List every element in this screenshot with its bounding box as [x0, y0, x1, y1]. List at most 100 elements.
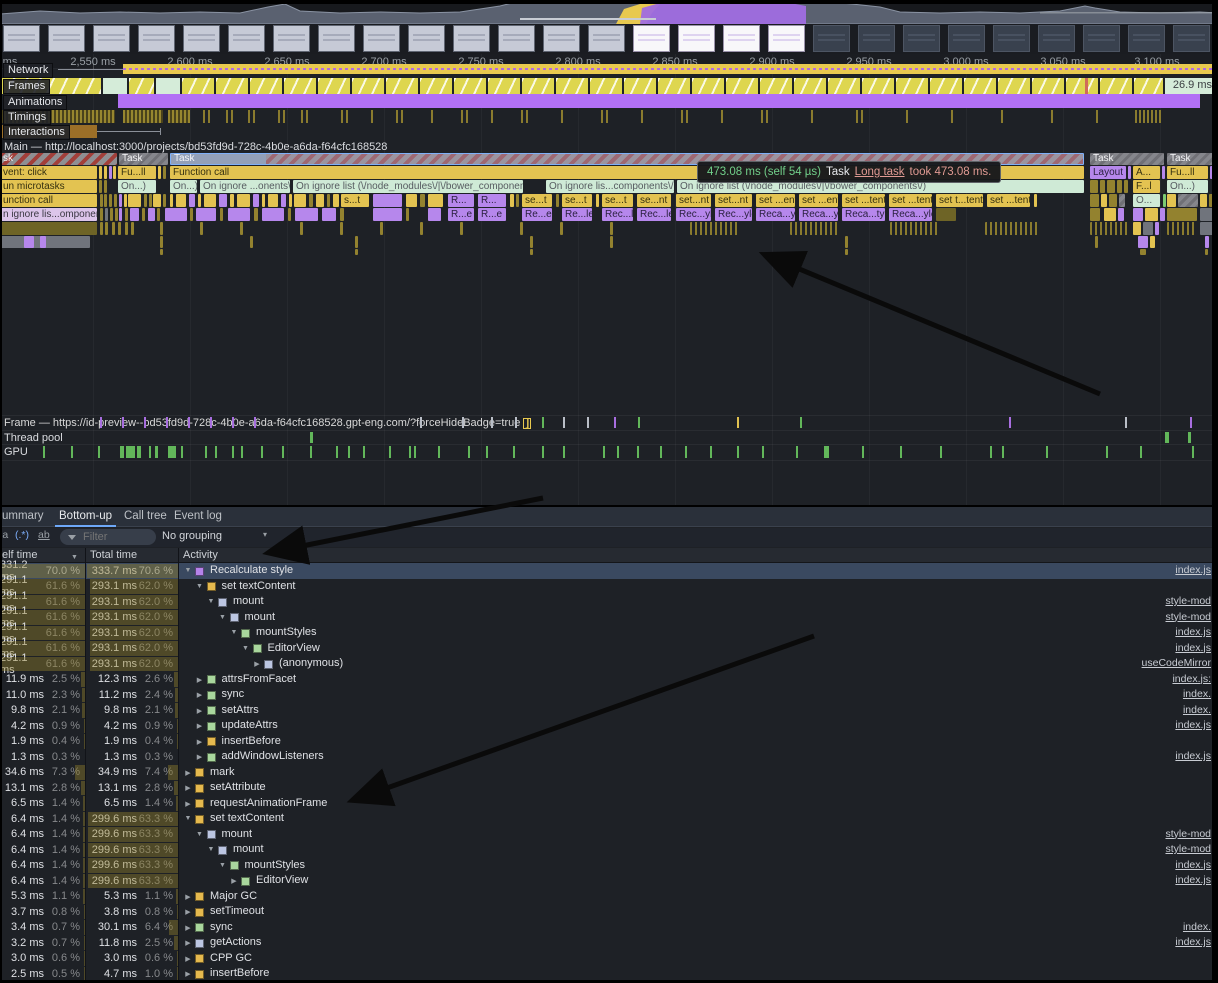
filmstrip-thumbnail[interactable]	[723, 25, 760, 52]
flame-bar[interactable]	[262, 194, 265, 207]
tab-ummary[interactable]: ummary	[0, 507, 48, 527]
column-resizer[interactable]	[85, 548, 86, 983]
flame-bar[interactable]	[219, 194, 227, 207]
flame-bar[interactable]	[294, 194, 306, 207]
filmstrip-thumbnail[interactable]	[408, 25, 445, 52]
flame-bar[interactable]: set t...tent	[936, 194, 983, 207]
expander-closed-icon[interactable]: ▶	[183, 924, 193, 932]
expander-open-icon[interactable]: ▼	[195, 583, 205, 590]
frame-cell[interactable]	[386, 78, 418, 94]
flame-bar[interactable]	[104, 180, 107, 193]
filmstrip-thumbnail[interactable]	[1128, 25, 1165, 52]
flame-bar[interactable]	[119, 194, 122, 207]
flame-bar[interactable]	[1162, 166, 1165, 179]
whole-word-icon[interactable]: ab	[38, 529, 50, 541]
timings-track-label[interactable]: Timings	[3, 110, 51, 125]
column-resizer[interactable]	[178, 548, 179, 983]
frames-track-label[interactable]: Frames	[3, 79, 50, 94]
flame-bar[interactable]	[281, 194, 286, 207]
flame-bar[interactable]: Fu...ll	[118, 166, 156, 179]
expander-closed-icon[interactable]: ▶	[183, 970, 193, 978]
table-row[interactable]: 13.1 ms2.8 %13.1 ms2.8 %▶setAttribute	[0, 780, 1218, 796]
flame-bar[interactable]: s...t	[341, 194, 369, 207]
flame-bar[interactable]	[153, 194, 161, 207]
flame-bar[interactable]	[113, 166, 116, 179]
activity-header[interactable]: Activity	[183, 548, 218, 563]
flame-bar[interactable]	[144, 194, 147, 207]
flame-bar[interactable]	[530, 249, 533, 255]
flame-bar[interactable]	[1167, 222, 1197, 235]
flame-bar[interactable]: On...)	[118, 180, 156, 193]
expander-closed-icon[interactable]: ▶	[195, 738, 205, 746]
table-row[interactable]: 291.1 ms61.6 %293.1 ms62.0 %▶(anonymous)…	[0, 656, 1218, 672]
frame-cell[interactable]	[250, 78, 282, 94]
frame-cell[interactable]	[760, 78, 792, 94]
flame-bar[interactable]	[1163, 194, 1166, 207]
flame-bar[interactable]: set ...tent	[842, 194, 885, 207]
flame-bar[interactable]	[1150, 236, 1155, 248]
source-link[interactable]: index.js	[1175, 749, 1211, 765]
flame-bar[interactable]	[200, 222, 203, 235]
flame-bar[interactable]: Reca...yle	[799, 208, 838, 221]
filmstrip-thumbnail[interactable]	[858, 25, 895, 52]
flame-bar[interactable]: Rec...yle	[715, 208, 752, 221]
flame-bar[interactable]	[309, 194, 313, 207]
flame-bar[interactable]	[1090, 222, 1130, 235]
filmstrip-thumbnail[interactable]	[813, 25, 850, 52]
flame-bar[interactable]	[428, 194, 443, 207]
flame-bar[interactable]	[24, 236, 34, 248]
flame-bar[interactable]	[322, 208, 336, 221]
flame-bar[interactable]	[420, 222, 423, 235]
table-row[interactable]: 291.1 ms61.6 %293.1 ms62.0 %▼mountstyle-…	[0, 610, 1218, 626]
expander-closed-icon[interactable]: ▶	[229, 877, 239, 885]
table-row[interactable]: 1.9 ms0.4 %1.9 ms0.4 %▶insertBefore	[0, 734, 1218, 750]
flame-bar[interactable]: sk	[0, 153, 117, 165]
frame-cell[interactable]	[488, 78, 520, 94]
flame-bar[interactable]	[157, 208, 160, 221]
chevron-down-icon[interactable]: ▾	[263, 530, 267, 539]
flame-bar[interactable]	[115, 208, 118, 221]
filmstrip-thumbnail[interactable]	[948, 25, 985, 52]
expander-closed-icon[interactable]: ▶	[183, 893, 193, 901]
frame-cell[interactable]	[420, 78, 452, 94]
flame-bar[interactable]: On...)	[1167, 180, 1208, 193]
filmstrip-thumbnail[interactable]	[543, 25, 580, 52]
source-link[interactable]: index.	[1183, 920, 1211, 936]
expander-open-icon[interactable]: ▼	[183, 567, 193, 574]
gpu-activity-row[interactable]	[0, 445, 1218, 459]
flame-bar[interactable]	[420, 194, 425, 207]
frame-cell[interactable]	[1066, 78, 1098, 94]
filmstrip-thumbnail[interactable]	[1173, 25, 1210, 52]
filmstrip-thumbnail[interactable]	[228, 25, 265, 52]
frame-cell[interactable]	[998, 78, 1030, 94]
flame-bar[interactable]	[610, 222, 613, 235]
flame-bar[interactable]: set...nt	[676, 194, 711, 207]
expander-closed-icon[interactable]: ▶	[183, 769, 193, 777]
flame-bar[interactable]	[230, 194, 234, 207]
table-row[interactable]: 6.4 ms1.4 %299.6 ms63.3 %▼mountStylesind…	[0, 858, 1218, 874]
source-link[interactable]: index.js	[1175, 563, 1211, 579]
frame-cell[interactable]	[692, 78, 724, 94]
table-row[interactable]: 5.3 ms1.1 %5.3 ms1.1 %▶Major GC	[0, 889, 1218, 905]
grouping-select[interactable]: No grouping	[162, 530, 222, 542]
frame-cell[interactable]	[156, 78, 180, 94]
flame-bar[interactable]	[516, 194, 519, 207]
flame-bar[interactable]	[1133, 222, 1141, 235]
flame-bar[interactable]	[198, 194, 201, 207]
source-link[interactable]: index.js:	[1172, 672, 1211, 688]
flame-bar[interactable]: R...e	[478, 208, 506, 221]
main-thread-title[interactable]: Main — http://localhost:3000/projects/bd…	[4, 141, 387, 153]
table-row[interactable]: 1.3 ms0.3 %1.3 ms0.3 %▶addWindowListener…	[0, 749, 1218, 765]
flame-bar[interactable]	[1178, 194, 1198, 207]
expander-open-icon[interactable]: ▼	[206, 846, 216, 853]
flame-bar[interactable]	[1145, 208, 1158, 221]
flame-bar[interactable]	[268, 194, 278, 207]
source-link[interactable]: style-mod	[1165, 842, 1211, 858]
flame-bar[interactable]: set ...tent	[889, 194, 932, 207]
source-link[interactable]: index.js	[1175, 858, 1211, 874]
filter-input[interactable]	[81, 530, 141, 544]
flame-bar[interactable]: Reca...yle	[756, 208, 795, 221]
frame-cell[interactable]	[658, 78, 690, 94]
flame-bar[interactable]	[119, 208, 122, 221]
flame-bar[interactable]	[170, 194, 173, 207]
